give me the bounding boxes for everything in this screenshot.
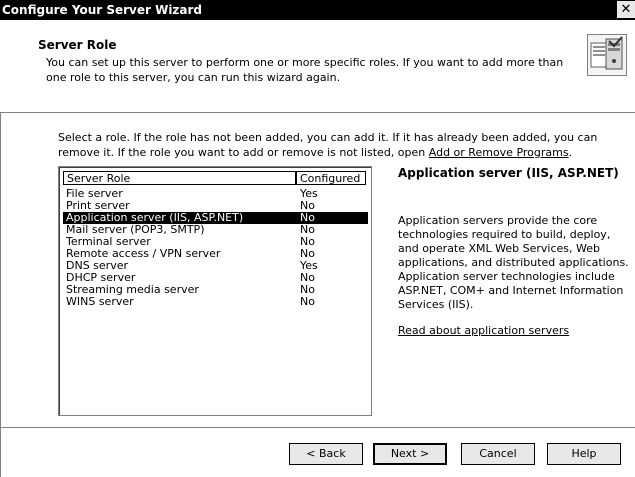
next-button[interactable]: Next > [373, 443, 447, 465]
close-icon[interactable]: ✕ [617, 1, 635, 18]
list-header: Server Role Configured [63, 171, 368, 186]
window-title: Configure Your Server Wizard [2, 3, 203, 17]
list-item[interactable]: WINS server No [63, 296, 368, 308]
column-header-server-role[interactable]: Server Role [63, 171, 296, 185]
help-button[interactable]: Help [547, 443, 621, 465]
role-detail-panel: Application server (IIS, ASP.NET) Applic… [398, 166, 633, 338]
back-button[interactable]: < Back [289, 443, 363, 465]
role-detail-title: Application server (IIS, ASP.NET) [398, 166, 619, 180]
role-configured: No [300, 295, 315, 308]
instructions: Select a role. If the role has not been … [58, 130, 628, 160]
wizard-header: Server Role You can set up this server t… [0, 20, 635, 112]
role-detail-description: Application servers provide the core tec… [398, 214, 629, 311]
cancel-button[interactable]: Cancel [461, 443, 535, 465]
footer-divider-highlight [1, 428, 635, 429]
header-divider-highlight [1, 113, 635, 114]
page-title: Server Role [38, 38, 117, 52]
add-remove-programs-link[interactable]: Add or Remove Programs [429, 146, 569, 159]
column-header-configured[interactable]: Configured [296, 171, 366, 185]
wizard-window: Configure Your Server Wizard ✕ Server Ro… [0, 0, 635, 477]
role-name: WINS server [66, 295, 134, 308]
title-bar: Configure Your Server Wizard ✕ [0, 0, 635, 20]
page-description: You can set up this server to perform on… [46, 56, 564, 84]
server-role-list[interactable]: Server Role Configured File server Yes Pri… [58, 166, 372, 416]
list-rows: File server Yes Print server No Application … [63, 188, 368, 308]
instructions-suffix: . [568, 146, 573, 159]
server-role-icon [587, 34, 627, 76]
read-about-link[interactable]: Read about application servers [398, 324, 633, 338]
